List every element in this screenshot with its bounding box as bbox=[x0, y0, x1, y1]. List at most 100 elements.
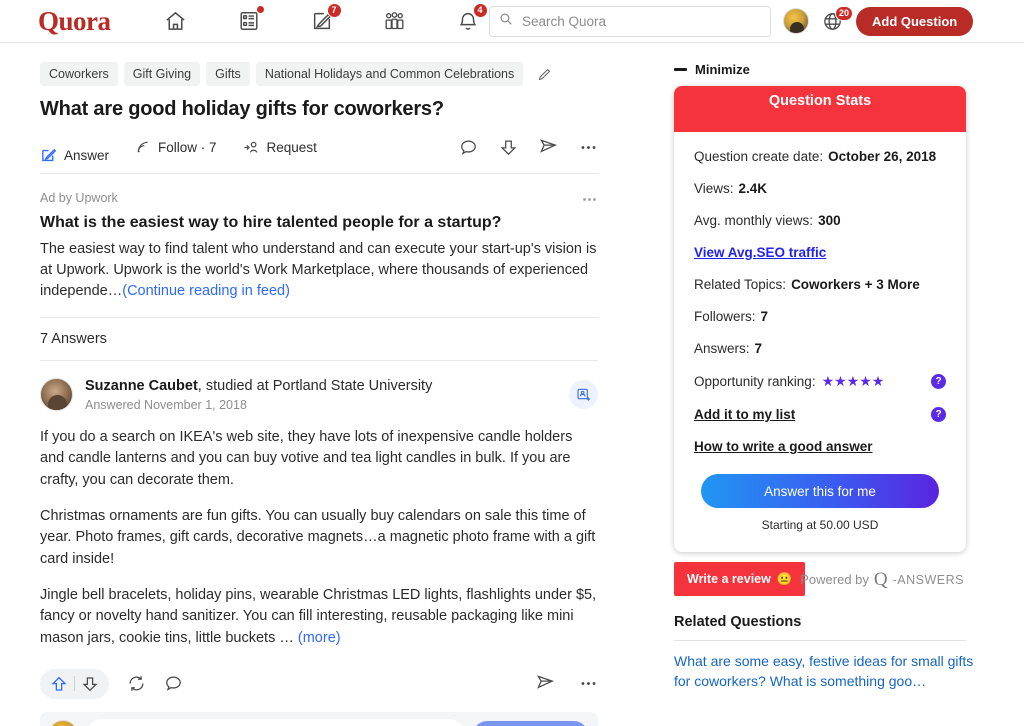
vote-control bbox=[40, 668, 109, 699]
question-column: Coworkers Gift Giving Gifts National Hol… bbox=[40, 62, 598, 726]
answer-item: Suzanne Caubet, studied at Portland Stat… bbox=[40, 378, 598, 726]
help-icon[interactable]: ? bbox=[931, 407, 946, 422]
follow-user-icon[interactable] bbox=[569, 380, 598, 410]
notifications-icon[interactable]: 4 bbox=[455, 3, 488, 34]
answer-paragraph: Jingle bell bracelets, holiday pins, wea… bbox=[40, 585, 598, 649]
answer-this-for-me-button[interactable]: Answer this for me bbox=[701, 474, 939, 508]
search-input[interactable] bbox=[520, 13, 761, 30]
spaces-notification-dot bbox=[255, 5, 265, 14]
stat-value: 7 bbox=[754, 341, 763, 356]
follow-button[interactable]: Follow · 7 bbox=[135, 139, 217, 155]
comment-input[interactable] bbox=[86, 718, 465, 726]
opportunity-stars: ★★★★★ bbox=[821, 373, 885, 389]
add-question-button[interactable]: Add Question bbox=[856, 7, 974, 36]
home-icon[interactable] bbox=[163, 8, 189, 34]
add-comment-button[interactable]: Add Comment bbox=[472, 720, 588, 726]
comment-icon[interactable] bbox=[164, 674, 183, 693]
stat-label: Question create date: bbox=[694, 149, 824, 164]
stat-label: Avg. monthly views: bbox=[694, 213, 814, 228]
share-icon[interactable] bbox=[539, 138, 558, 157]
stat-row-monthly-views: Avg. monthly views: 300 bbox=[694, 213, 946, 228]
share-icon[interactable] bbox=[536, 674, 555, 693]
answer-author-credential: , studied at Portland State University bbox=[197, 378, 433, 395]
downvote-icon[interactable] bbox=[499, 138, 518, 157]
stat-label: Answers: bbox=[694, 341, 750, 356]
language-count-badge: 20 bbox=[834, 6, 853, 21]
related-questions-divider bbox=[674, 640, 966, 641]
spaces-group-icon[interactable] bbox=[382, 8, 408, 34]
comment-icon[interactable] bbox=[459, 138, 478, 157]
opportunity-label: Opportunity ranking: bbox=[694, 374, 816, 389]
add-to-my-list-link[interactable]: Add it to my list bbox=[694, 407, 795, 422]
minimize-label: Minimize bbox=[695, 62, 750, 77]
answers-count-label: 7 Answers bbox=[40, 331, 107, 348]
stat-row-related-topics: Related Topics: Coworkers + 3 More bbox=[694, 277, 946, 292]
add-to-list-row: Add it to my list ? bbox=[694, 407, 946, 422]
answer-button[interactable]: Answer bbox=[40, 147, 109, 164]
question-divider bbox=[40, 173, 598, 174]
stat-label: Followers: bbox=[694, 309, 756, 324]
answers-divider bbox=[40, 360, 598, 362]
stats-card: Question Stats Question create date: Oct… bbox=[674, 86, 966, 552]
notification-count-badge: 4 bbox=[472, 3, 488, 18]
neutral-face-icon: 😐 bbox=[776, 571, 793, 586]
powered-by-branding: Powered by Q -ANSWERS bbox=[800, 570, 964, 589]
request-button[interactable]: Request bbox=[243, 139, 317, 156]
comment-composer: Add Comment bbox=[40, 711, 598, 726]
answer-author-info: Suzanne Caubet, studied at Portland Stat… bbox=[85, 378, 432, 412]
topic-tag-gift-giving[interactable]: Gift Giving bbox=[123, 62, 201, 86]
answer-more-link[interactable]: (more) bbox=[298, 630, 341, 646]
help-icon[interactable]: ? bbox=[931, 374, 946, 389]
user-avatar[interactable] bbox=[783, 8, 809, 34]
stats-card-body: Question create date: October 26, 2018 V… bbox=[674, 132, 966, 552]
edit-topics-pencil-icon[interactable] bbox=[537, 67, 552, 82]
more-options-icon[interactable] bbox=[579, 138, 598, 157]
ad-continue-reading-link[interactable]: (Continue reading in feed) bbox=[122, 283, 290, 299]
stat-value: 2.4K bbox=[738, 181, 768, 196]
related-question-link[interactable]: What are some easy, festive ideas for sm… bbox=[674, 652, 974, 692]
answer-paragraph: If you do a search on IKEA's web site, t… bbox=[40, 429, 573, 488]
downvote-icon[interactable] bbox=[75, 669, 105, 699]
spaces-icon[interactable] bbox=[236, 5, 265, 34]
review-and-branding-row: Write a review 😐 Powered by Q -ANSWERS bbox=[674, 562, 984, 596]
search-icon bbox=[499, 12, 520, 31]
stats-card-title: Question Stats bbox=[674, 86, 966, 132]
answer-secondary-actions bbox=[536, 674, 598, 693]
repost-icon[interactable] bbox=[127, 674, 146, 693]
how-to-write-good-answer-link[interactable]: How to write a good answer bbox=[694, 439, 873, 454]
answer-count-badge: 7 bbox=[326, 3, 342, 18]
answer-icon[interactable]: 7 bbox=[309, 3, 342, 34]
upvote-icon[interactable] bbox=[44, 669, 74, 699]
quora-logo[interactable]: Quora bbox=[38, 6, 111, 37]
ad-sponsor-label: Ad by Upwork bbox=[40, 191, 118, 205]
main-content: Coworkers Gift Giving Gifts National Hol… bbox=[0, 43, 1024, 726]
price-note: Starting at 50.00 USD bbox=[761, 518, 879, 532]
minimize-dash-icon bbox=[674, 68, 687, 71]
sponsored-ad: Ad by Upwork What is the easiest way to … bbox=[40, 191, 598, 319]
stat-value: Coworkers + 3 More bbox=[791, 277, 920, 292]
ad-more-options-icon[interactable] bbox=[581, 191, 598, 211]
write-a-review-button[interactable]: Write a review 😐 bbox=[674, 562, 806, 596]
ad-title[interactable]: What is the easiest way to hire talented… bbox=[40, 214, 598, 232]
write-a-review-label: Write a review bbox=[687, 572, 771, 586]
language-globe-icon[interactable]: 20 bbox=[822, 6, 853, 35]
follow-button-label: Follow · 7 bbox=[158, 139, 217, 155]
stat-row-answers: Answers: 7 bbox=[694, 341, 946, 356]
question-stats-sidebar: Minimize Question Stats Question create … bbox=[674, 62, 984, 692]
answer-author-avatar[interactable] bbox=[40, 378, 73, 412]
minimize-button[interactable]: Minimize bbox=[674, 62, 984, 77]
answer-paragraph: Christmas ornaments are fun gifts. You c… bbox=[40, 507, 596, 567]
stat-row-views: Views: 2.4K bbox=[694, 181, 946, 196]
topic-tag-gifts[interactable]: Gifts bbox=[206, 62, 250, 86]
topic-tag-coworkers[interactable]: Coworkers bbox=[40, 62, 118, 86]
more-options-icon[interactable] bbox=[579, 674, 598, 693]
answer-date: Answered November 1, 2018 bbox=[85, 398, 247, 413]
answer-author-name[interactable]: Suzanne Caubet bbox=[85, 378, 198, 394]
top-navigation-bar: Quora 7 4 Search Quora 20 Add Question bbox=[0, 0, 1024, 43]
answer-author-name-line: Suzanne Caubet, studied at Portland Stat… bbox=[85, 378, 432, 394]
topic-tag-national-holidays[interactable]: National Holidays and Common Celebration… bbox=[255, 62, 524, 86]
stat-value: 300 bbox=[818, 213, 841, 228]
answer-action-bar bbox=[40, 668, 598, 700]
view-seo-traffic-link[interactable]: View Avg.SEO traffic bbox=[694, 245, 946, 260]
search-bar[interactable] bbox=[489, 6, 771, 37]
